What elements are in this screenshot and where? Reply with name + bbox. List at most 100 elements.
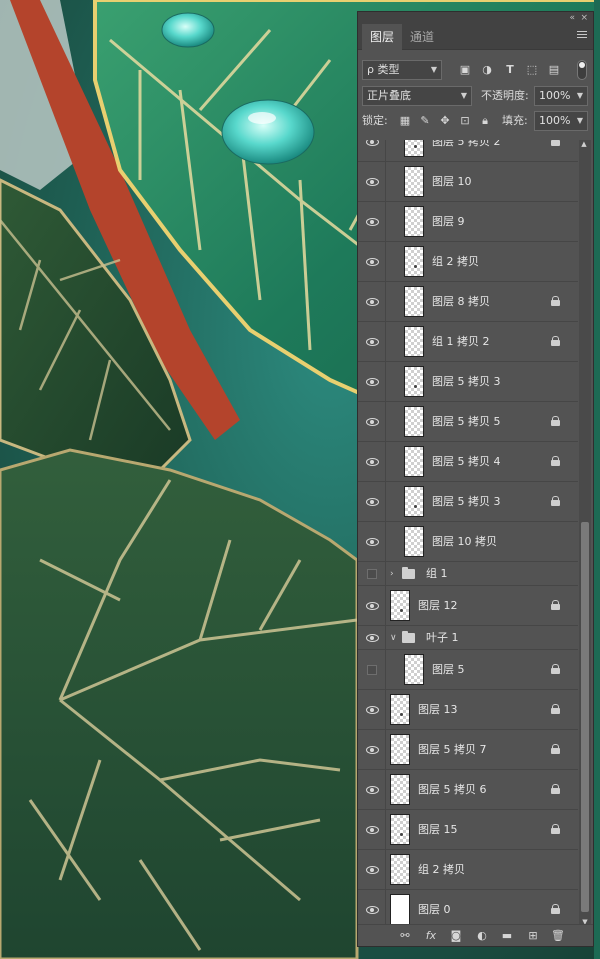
layer-group-row[interactable]: ∨ 叶子 1 bbox=[358, 626, 578, 650]
fx-icon[interactable]: fx bbox=[424, 929, 438, 943]
layer-row[interactable]: 图层 8 拷贝 bbox=[358, 282, 578, 322]
mask-icon[interactable]: ◙ bbox=[449, 929, 463, 943]
filter-kind-value: 类型 bbox=[377, 63, 400, 76]
visibility-toggle[interactable] bbox=[358, 690, 386, 729]
layer-row[interactable]: 图层 13 bbox=[358, 690, 578, 730]
layer-row[interactable]: 图层 0 bbox=[358, 890, 578, 926]
layer-name: 图层 10 bbox=[432, 175, 472, 188]
collapse-panel-icon[interactable]: « bbox=[569, 12, 575, 24]
visibility-toggle[interactable] bbox=[358, 770, 386, 809]
layer-row[interactable]: 图层 5 拷贝 6 bbox=[358, 770, 578, 810]
layer-thumbnail bbox=[404, 446, 424, 477]
close-panel-icon[interactable]: × bbox=[580, 12, 588, 24]
lock-artboard-icon[interactable]: ⊡ bbox=[458, 114, 472, 128]
layer-name: 图层 5 拷贝 6 bbox=[418, 783, 487, 796]
layer-row[interactable]: 图层 5 拷贝 3 bbox=[358, 482, 578, 522]
scrollbar-thumb[interactable] bbox=[581, 522, 589, 912]
visibility-toggle[interactable] bbox=[358, 586, 386, 625]
layer-row[interactable]: 图层 5 拷贝 3 bbox=[358, 362, 578, 402]
opacity-input[interactable]: 100% ▼ bbox=[534, 86, 588, 106]
visibility-toggle[interactable] bbox=[358, 362, 386, 401]
visibility-toggle[interactable] bbox=[358, 650, 386, 689]
filter-pixel-icon[interactable]: ▣ bbox=[458, 63, 472, 77]
scroll-up-icon[interactable]: ▲ bbox=[580, 140, 588, 148]
filter-type-icon[interactable]: T bbox=[503, 63, 517, 77]
visibility-toggle[interactable] bbox=[358, 850, 386, 889]
layer-row[interactable]: 图层 5 拷贝 4 bbox=[358, 442, 578, 482]
panel-menu-icon[interactable] bbox=[577, 31, 587, 41]
lock-icon bbox=[551, 456, 560, 467]
fill-label: 填充: bbox=[502, 114, 528, 127]
lock-label: 锁定: bbox=[362, 114, 388, 127]
panel-tab-bar: 图层 通道 bbox=[358, 24, 593, 50]
fill-input[interactable]: 100% ▼ bbox=[534, 111, 588, 131]
visibility-toggle[interactable] bbox=[358, 282, 386, 321]
lock-icon bbox=[551, 784, 560, 795]
layer-thumbnail bbox=[404, 486, 424, 517]
lock-all-icon[interactable]: 🔒︎ bbox=[478, 114, 492, 128]
tab-channels[interactable]: 通道 bbox=[402, 24, 442, 50]
lock-image-pixels-icon[interactable]: ✎ bbox=[418, 114, 432, 128]
layer-row[interactable]: 图层 9 bbox=[358, 202, 578, 242]
visibility-toggle[interactable] bbox=[358, 890, 386, 926]
layer-row[interactable]: 图层 15 bbox=[358, 810, 578, 850]
layer-name: 图层 9 bbox=[432, 215, 465, 228]
lock-position-icon[interactable]: ✥ bbox=[438, 114, 452, 128]
eye-icon bbox=[366, 866, 379, 874]
layer-group-row[interactable]: › 组 1 bbox=[358, 562, 578, 586]
opacity-value: 100% bbox=[539, 89, 571, 102]
visibility-toggle[interactable] bbox=[358, 482, 386, 521]
layer-name: 组 1 拷贝 2 bbox=[432, 335, 490, 348]
layer-name: 图层 12 bbox=[418, 599, 458, 612]
visibility-toggle[interactable] bbox=[358, 730, 386, 769]
eye-icon bbox=[366, 634, 379, 642]
chevron-down-icon[interactable]: ∨ bbox=[390, 626, 397, 650]
lock-icon bbox=[551, 824, 560, 835]
layer-filter-kind-select[interactable]: ρ 类型 ▼ bbox=[362, 60, 442, 80]
visibility-toggle[interactable] bbox=[358, 402, 386, 441]
folder-icon bbox=[402, 567, 415, 579]
folder-icon[interactable]: ▬ bbox=[500, 929, 514, 943]
lock-transparent-pixels-icon[interactable]: ▦ bbox=[398, 114, 412, 128]
layer-row[interactable]: 图层 10 bbox=[358, 162, 578, 202]
layer-row[interactable]: 组 2 拷贝 bbox=[358, 850, 578, 890]
layers-scrollbar[interactable]: ▲ ▼ bbox=[579, 140, 591, 926]
hidden-layer-box-icon bbox=[367, 569, 377, 579]
layer-thumbnail bbox=[390, 734, 410, 765]
layer-thumbnail bbox=[404, 246, 424, 277]
layer-name: 图层 5 拷贝 3 bbox=[432, 495, 501, 508]
filter-adjustment-icon[interactable]: ◑ bbox=[480, 63, 494, 77]
visibility-toggle[interactable] bbox=[358, 562, 386, 585]
filter-smart-object-icon[interactable]: ▤ bbox=[547, 63, 561, 77]
visibility-toggle[interactable] bbox=[358, 442, 386, 481]
tab-layers[interactable]: 图层 bbox=[362, 24, 403, 50]
link-icon[interactable]: ⚯ bbox=[398, 929, 412, 943]
visibility-toggle[interactable] bbox=[358, 522, 386, 561]
adjustment-icon[interactable]: ◐ bbox=[475, 929, 489, 943]
visibility-toggle[interactable] bbox=[358, 810, 386, 849]
layer-row[interactable]: 图层 5 bbox=[358, 650, 578, 690]
chevron-right-icon[interactable]: › bbox=[390, 562, 394, 586]
eye-icon bbox=[366, 178, 379, 186]
filter-toggle-switch[interactable] bbox=[577, 60, 587, 80]
layer-row[interactable]: 组 1 拷贝 2 bbox=[358, 322, 578, 362]
layer-row[interactable]: 图层 12 bbox=[358, 586, 578, 626]
blend-mode-select[interactable]: 正片叠底 ▼ bbox=[362, 86, 472, 106]
visibility-toggle[interactable] bbox=[358, 242, 386, 281]
layer-name: 图层 0 bbox=[418, 903, 451, 916]
opacity-label: 不透明度: bbox=[481, 89, 529, 102]
visibility-toggle[interactable] bbox=[358, 626, 386, 649]
trash-icon[interactable]: 🗑︎ bbox=[551, 929, 565, 943]
visibility-toggle[interactable] bbox=[358, 202, 386, 241]
lock-icon bbox=[551, 296, 560, 307]
visibility-toggle[interactable] bbox=[358, 162, 386, 201]
layer-row[interactable]: 图层 5 拷贝 5 bbox=[358, 402, 578, 442]
layer-row[interactable]: 图层 5 拷贝 2 bbox=[358, 140, 578, 162]
new-layer-icon[interactable]: ⊞ bbox=[526, 929, 540, 943]
layer-row[interactable]: 图层 10 拷贝 bbox=[358, 522, 578, 562]
layer-row[interactable]: 图层 5 拷贝 7 bbox=[358, 730, 578, 770]
layer-row[interactable]: 组 2 拷贝 bbox=[358, 242, 578, 282]
filter-shape-icon[interactable]: ⬚ bbox=[525, 63, 539, 77]
visibility-toggle[interactable] bbox=[358, 322, 386, 361]
visibility-toggle[interactable] bbox=[358, 140, 386, 161]
